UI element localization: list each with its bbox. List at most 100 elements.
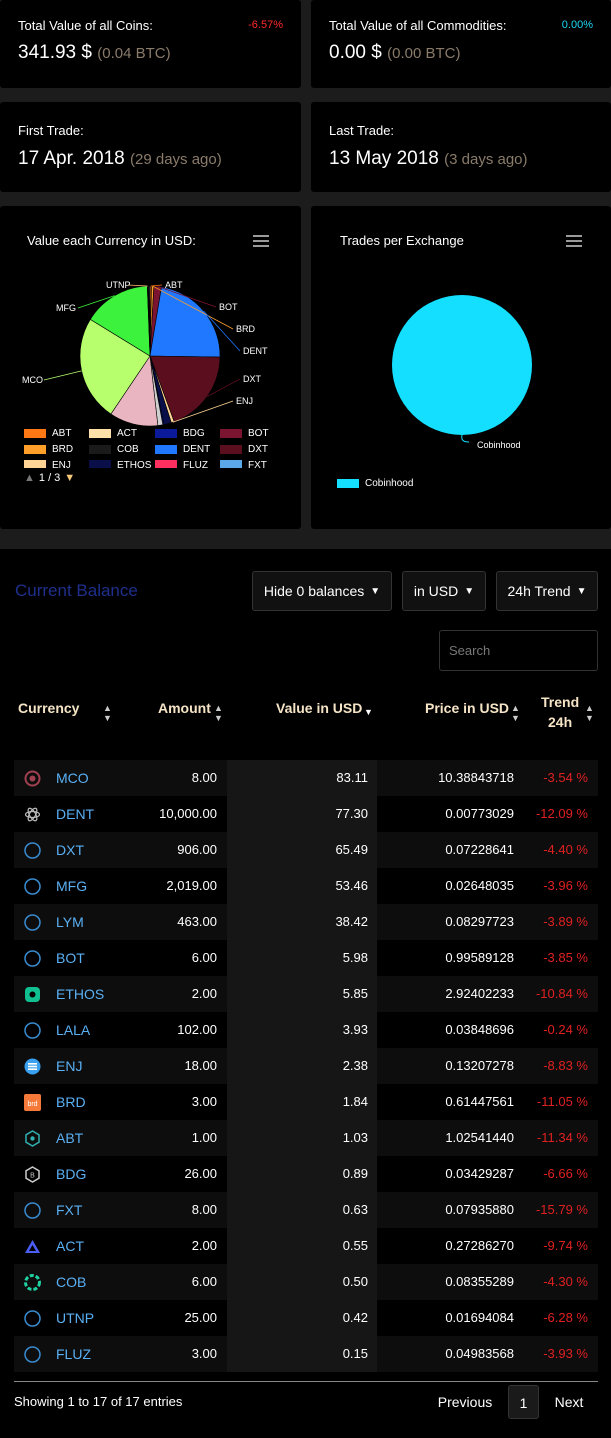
price-cell: 0.07228641 (445, 842, 514, 857)
total-commodities-label: Total Value of all Commodities: (329, 18, 507, 33)
hide-zero-balances-dropdown[interactable]: Hide 0 balances ▼ (252, 571, 392, 611)
legend-item-act[interactable]: ACT (89, 428, 137, 439)
mco-icon (24, 770, 41, 787)
amount-cell: 2.00 (191, 1238, 217, 1253)
column-header-currency[interactable]: Currency (18, 700, 79, 716)
currency-symbol-link[interactable]: DENT (56, 796, 94, 832)
table-row[interactable]: brd BRD 3.00 1.84 0.61447561 -11.05 % (14, 1084, 598, 1120)
currency-symbol-link[interactable]: DXT (56, 832, 84, 868)
currency-symbol-link[interactable]: BRD (56, 1084, 86, 1120)
currency-symbol-link[interactable]: LALA (56, 1012, 90, 1048)
legend-swatch (220, 429, 242, 438)
sort-icon[interactable]: ▲ ▼ (585, 703, 594, 723)
total-coins-label: Total Value of all Coins: (18, 18, 153, 33)
table-row[interactable]: UTNP 25.00 0.42 0.01694084 -6.28 % (14, 1300, 598, 1336)
legend-label: BDG (183, 428, 205, 439)
legend-pager[interactable]: ▲ 1 / 3 ▼ (24, 472, 75, 484)
column-header-value[interactable]: Value in USD (276, 700, 362, 716)
currency-symbol-link[interactable]: FXT (56, 1192, 82, 1228)
legend-item-dent[interactable]: DENT (155, 444, 210, 455)
sort-icon[interactable]: ▲ ▼ (511, 703, 520, 723)
table-row[interactable]: BOT 6.00 5.98 0.99589128 -3.85 % (14, 940, 598, 976)
trend-period-dropdown[interactable]: 24h Trend ▼ (496, 571, 598, 611)
first-trade-value: 17 Apr. 2018 (29 days ago) (18, 148, 222, 170)
table-footer-divider (14, 1381, 598, 1382)
legend-item-enj[interactable]: ENJ (24, 460, 71, 468)
currency-symbol-link[interactable]: MCO (56, 760, 89, 796)
search-input[interactable] (439, 630, 598, 671)
table-row[interactable]: COB 6.00 0.50 0.08355289 -4.30 % (14, 1264, 598, 1300)
sort-desc-icon[interactable]: ▼ (364, 707, 373, 717)
amount-cell: 8.00 (191, 770, 217, 785)
legend-item-bdg[interactable]: BDG (155, 428, 205, 439)
value-cell: 0.55 (342, 1238, 368, 1253)
table-row[interactable]: LYM 463.00 38.42 0.08297723 -3.89 % (14, 904, 598, 940)
chart-menu-icon[interactable] (566, 235, 582, 247)
legend-item-cobinhood[interactable]: Cobinhood (337, 478, 413, 489)
table-row[interactable]: FXT 8.00 0.63 0.07935880 -15.79 % (14, 1192, 598, 1228)
legend-next-icon[interactable]: ▼ (64, 472, 75, 484)
legend-item-bot[interactable]: BOT (220, 428, 269, 439)
trend-cell: -4.30 % (543, 1274, 588, 1289)
pie-label-line (43, 370, 82, 381)
table-row[interactable]: FLUZ 3.00 0.15 0.04983568 -3.93 % (14, 1336, 598, 1372)
page-1-button[interactable]: 1 (508, 1385, 539, 1419)
currency-symbol-link[interactable]: ETHOS (56, 976, 104, 1012)
legend-item-ethos[interactable]: ETHOS (89, 460, 151, 468)
currency-symbol-link[interactable]: COB (56, 1264, 86, 1300)
currency-symbol-link[interactable]: BDG (56, 1156, 86, 1192)
legend-item-brd[interactable]: BRD (24, 444, 73, 455)
legend-item-abt[interactable]: ABT (24, 428, 71, 439)
price-cell: 2.92402233 (445, 986, 514, 1001)
currency-symbol-link[interactable]: MFG (56, 868, 87, 904)
currency-unit-label: in USD (413, 583, 459, 599)
legend-item-fxt[interactable]: FXT (220, 460, 267, 468)
amount-cell: 8.00 (191, 1202, 217, 1217)
legend-item-dxt[interactable]: DXT (220, 444, 268, 455)
last-trade-date: 13 May 2018 (329, 148, 439, 169)
price-cell: 1.02541440 (445, 1130, 514, 1145)
trend-cell: -4.40 % (543, 842, 588, 857)
pie-slice-dent[interactable] (149, 286, 221, 358)
legend-swatch (89, 429, 111, 438)
legend-item-fluz[interactable]: FLUZ (155, 460, 208, 468)
previous-page-button[interactable]: Previous (431, 1385, 499, 1419)
currency-symbol-link[interactable]: FLUZ (56, 1336, 91, 1372)
currency-symbol-link[interactable]: ENJ (56, 1048, 82, 1084)
sort-icon[interactable]: ▲ ▼ (103, 703, 112, 723)
circle-icon (24, 950, 41, 967)
chart-menu-icon[interactable] (253, 235, 269, 247)
currency-symbol-link[interactable]: BOT (56, 940, 85, 976)
currency-unit-dropdown[interactable]: in USD ▼ (402, 571, 486, 611)
table-row[interactable]: MFG 2,019.00 53.46 0.02648035 -3.96 % (14, 868, 598, 904)
table-row[interactable]: B BDG 26.00 0.89 0.03429287 -6.66 % (14, 1156, 598, 1192)
column-label: Trend (541, 694, 580, 710)
value-cell: 0.89 (342, 1166, 368, 1181)
circle-icon (24, 878, 41, 895)
currency-symbol-link[interactable]: UTNP (56, 1300, 94, 1336)
column-header-amount[interactable]: Amount (158, 700, 211, 716)
table-row[interactable]: DENT 10,000.00 77.30 0.00773029 -12.09 % (14, 796, 598, 832)
currency-symbol-link[interactable]: LYM (56, 904, 84, 940)
amount-cell: 102.00 (177, 1022, 217, 1037)
table-row[interactable]: LALA 102.00 3.93 0.03848696 -0.24 % (14, 1012, 598, 1048)
table-row[interactable]: DXT 906.00 65.49 0.07228641 -4.40 % (14, 832, 598, 868)
table-row[interactable]: MCO 8.00 83.11 10.38843718 -3.54 % (14, 760, 598, 796)
caret-down-icon: ▼ (576, 585, 587, 597)
amount-cell: 6.00 (191, 950, 217, 965)
table-row[interactable]: ENJ 18.00 2.38 0.13207278 -8.83 % (14, 1048, 598, 1084)
next-page-button[interactable]: Next (547, 1385, 591, 1419)
legend-item-cob[interactable]: COB (89, 444, 139, 455)
table-row[interactable]: ETHOS 2.00 5.85 2.92402233 -10.84 % (14, 976, 598, 1012)
column-header-price[interactable]: Price in USD (425, 700, 509, 716)
trend-cell: -11.05 % (536, 1094, 588, 1109)
legend-prev-icon[interactable]: ▲ (24, 472, 35, 484)
currency-symbol-link[interactable]: ACT (56, 1228, 84, 1264)
table-row[interactable]: ABT 1.00 1.03 1.02541440 -11.34 % (14, 1120, 598, 1156)
price-cell: 0.07935880 (445, 1202, 514, 1217)
table-row[interactable]: ACT 2.00 0.55 0.27286270 -9.74 % (14, 1228, 598, 1264)
sort-icon[interactable]: ▲ ▼ (214, 703, 223, 723)
currency-symbol-link[interactable]: ABT (56, 1120, 83, 1156)
pie-label-brd: BRD (236, 324, 256, 334)
column-header-trend[interactable]: Trend 24h (541, 692, 579, 732)
